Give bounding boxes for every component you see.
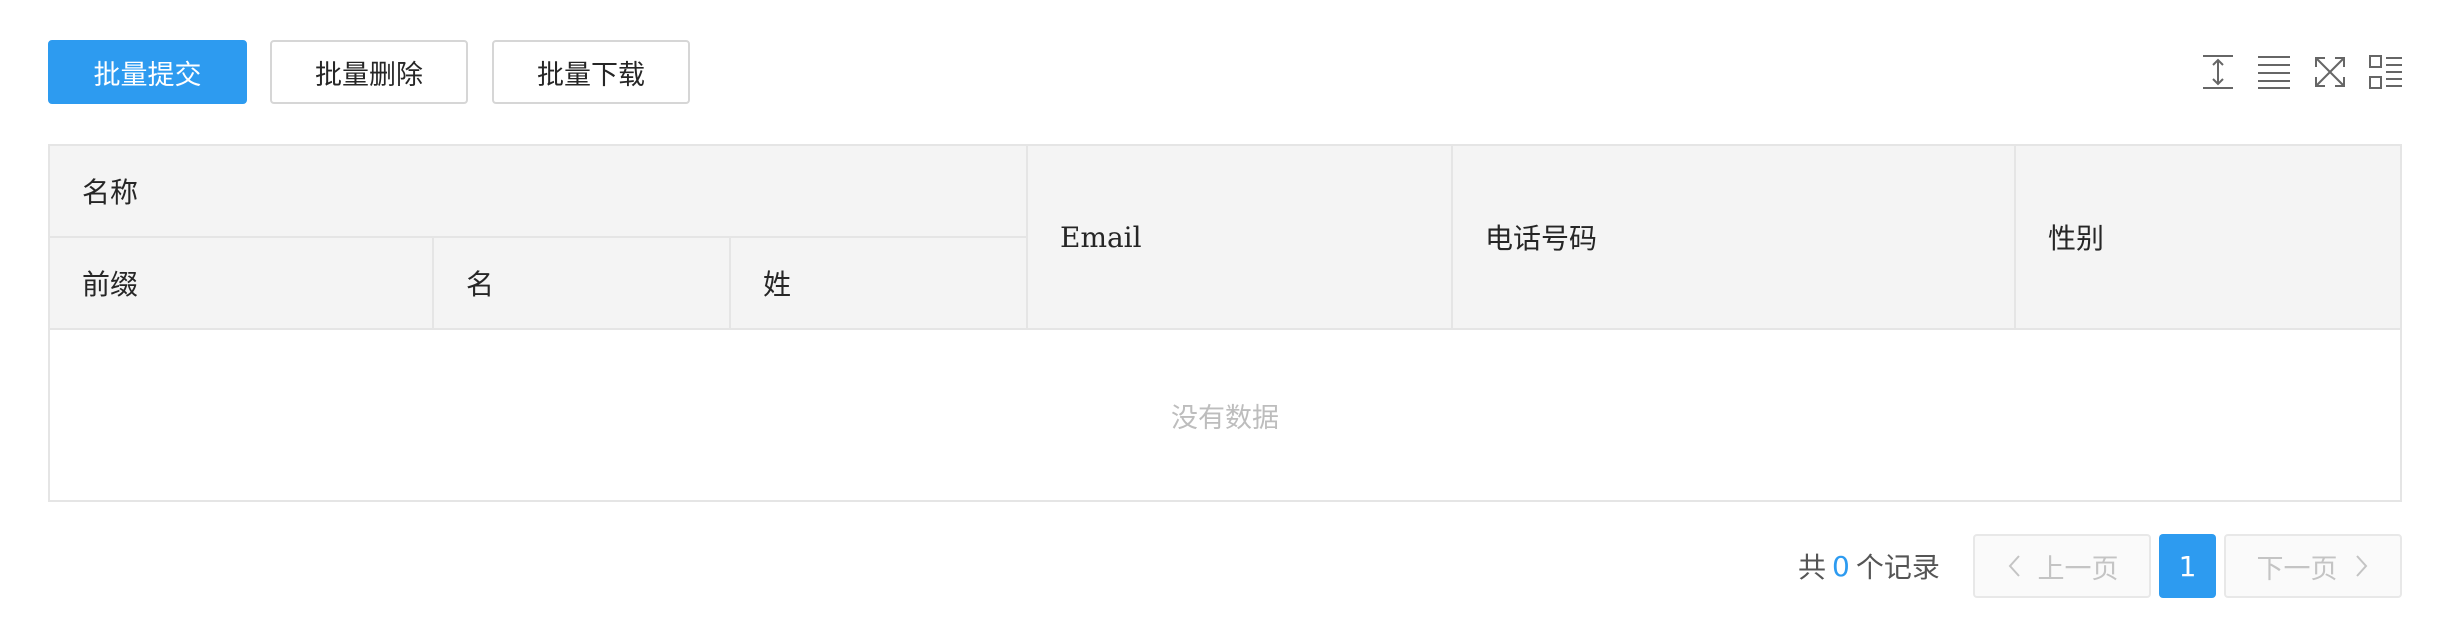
- next-page-button[interactable]: 下一页: [2224, 534, 2402, 598]
- data-table: 名称 前缀 名 姓 Email 电话号码 性别 没有数据: [48, 144, 2402, 502]
- page-number-1[interactable]: 1: [2159, 534, 2216, 598]
- fullscreen-icon[interactable]: [2310, 52, 2350, 92]
- column-header-gender: 性别: [2016, 146, 2400, 330]
- row-height-icon[interactable]: [2198, 52, 2238, 92]
- total-count: 0: [1832, 549, 1850, 583]
- column-header-name-group: 名称: [50, 146, 1028, 238]
- batch-submit-button[interactable]: 批量提交: [48, 40, 247, 104]
- page: 批量提交 批量删除 批量下载 名称 前缀 名 姓 Email 电话号码 性别 没…: [0, 0, 2448, 638]
- batch-delete-button[interactable]: 批量删除: [270, 40, 468, 104]
- column-header-last-name: 姓: [731, 238, 1028, 330]
- column-settings-icon[interactable]: [2366, 52, 2406, 92]
- column-header-first-name: 名: [434, 238, 731, 330]
- prev-page-label: 上一页: [2037, 553, 2119, 585]
- total-prefix: 共: [1798, 551, 1827, 584]
- empty-text: 没有数据: [1171, 402, 1279, 434]
- next-page-label: 下一页: [2256, 553, 2338, 585]
- chevron-right-icon: [2352, 553, 2370, 579]
- total-records: 共 0 个记录: [1798, 536, 1940, 596]
- column-header-phone: 电话号码: [1453, 146, 2016, 330]
- prev-page-button[interactable]: 上一页: [1973, 534, 2151, 598]
- chevron-left-icon: [2006, 553, 2024, 579]
- empty-placeholder: 没有数据: [50, 330, 2400, 500]
- density-icon[interactable]: [2254, 52, 2294, 92]
- column-header-email: Email: [1028, 146, 1453, 330]
- batch-download-button[interactable]: 批量下载: [492, 40, 690, 104]
- total-suffix: 个记录: [1855, 551, 1940, 584]
- column-header-prefix: 前缀: [50, 238, 434, 330]
